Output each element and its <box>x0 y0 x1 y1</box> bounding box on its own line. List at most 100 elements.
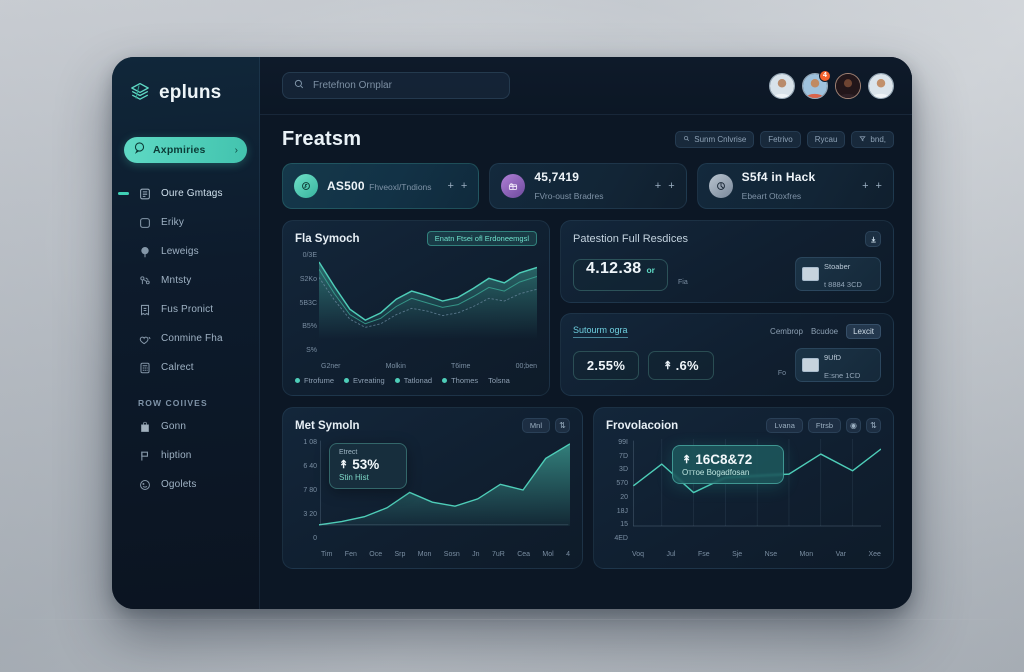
x-tick: 7uR <box>491 551 505 558</box>
y-tick: 15 <box>620 521 628 529</box>
y-tick: 0 <box>313 535 317 542</box>
sidebar-primary-action[interactable]: Axpmiries › <box>124 137 247 163</box>
avatar[interactable] <box>868 72 894 99</box>
sidebar-item-label: Mntsty <box>161 275 192 286</box>
plus-icon[interactable]: + <box>876 180 882 192</box>
legend-item[interactable]: Evreating <box>344 376 385 385</box>
mini-card[interactable]: 9UfD E:sne 1CD <box>795 348 881 382</box>
plus-icon[interactable]: + <box>655 180 661 192</box>
molecule-icon <box>138 274 152 288</box>
filter-button[interactable]: bnd, <box>851 131 894 148</box>
filter-search-button[interactable]: Sunm Cnlvrise <box>675 131 755 148</box>
search-placeholder: Fretefnon Ornplar <box>313 80 392 91</box>
button-label: Fetrivo <box>768 135 793 144</box>
mini-card[interactable]: Stoaber t 8884 3CD <box>795 257 881 291</box>
search-input[interactable]: Fretefnon Ornplar <box>282 72 510 99</box>
coin-icon <box>294 174 318 198</box>
x-tick: Xee <box>868 551 881 558</box>
brand-logo[interactable]: epluns <box>112 75 259 111</box>
x-tick: Sje <box>732 551 743 558</box>
sort-icon[interactable]: ⇅ <box>866 418 881 433</box>
target-icon[interactable]: ◉ <box>846 418 861 433</box>
lvana-button[interactable]: Lvana <box>766 418 803 433</box>
x-tick: Fse <box>697 551 710 558</box>
stat-card[interactable]: 45,7419 FVro-oust Bradres + + <box>489 163 687 209</box>
x-tick: Mon <box>417 551 432 558</box>
tab-cembrop[interactable]: Cembrop <box>770 327 803 336</box>
x-tick: Srp <box>394 551 406 558</box>
page-header: Freatsm Sunm Cnlvrise Fetrivo Rycau bnd, <box>282 128 894 151</box>
percent-value[interactable]: ↟ .6% <box>648 350 714 380</box>
sidebar-item-fus-pronict[interactable]: Fus Pronict <box>112 295 259 324</box>
sidebar-secondary-nav: Gonn hiption Ogolets <box>112 412 259 499</box>
card-header: Fla Symoch Enatn Ftsei ofl Erdoneemgsl <box>295 231 537 246</box>
mini-card-title: 9UfD <box>824 353 842 362</box>
page-actions: Sunm Cnlvrise Fetrivo Rycau bnd, <box>675 131 894 148</box>
stat-actions[interactable]: + + <box>862 180 882 192</box>
plus-icon[interactable]: + <box>461 180 467 192</box>
x-tick: Voq <box>632 551 645 558</box>
mini-card-sub: t 8884 3CD <box>824 280 862 289</box>
tab-bcudoe[interactable]: Bcudoe <box>811 327 838 336</box>
y-tick: 1 08 <box>303 439 317 446</box>
legend-item[interactable]: Thomes <box>442 376 478 385</box>
x-tick: Nse <box>764 551 778 558</box>
avatar[interactable]: 4 <box>802 69 831 99</box>
x-tick: Fen <box>344 551 357 558</box>
sidebar-item-label: Leweigs <box>161 246 199 257</box>
legend-item[interactable]: Tatlonad <box>394 376 432 385</box>
avatar[interactable] <box>769 72 795 99</box>
y-axis: 99I 7D 3D 570 20 18J 15 4ED <box>606 439 628 542</box>
value-unit: or <box>646 265 655 275</box>
percent-value[interactable]: 2.55% <box>573 350 639 380</box>
plus-icon[interactable]: + <box>862 180 868 192</box>
sidebar-item-mntsty[interactable]: Mntsty <box>112 266 259 295</box>
x-tick: Jn <box>472 551 480 558</box>
mini-card-prefix: Fo <box>777 370 786 377</box>
fetrivo-button[interactable]: Fetrivo <box>760 131 801 148</box>
legend-item[interactable]: Ftrofume <box>295 376 334 385</box>
plus-icon[interactable]: + <box>668 180 674 192</box>
page-title: Freatsm <box>282 128 362 150</box>
card-badge[interactable]: Enatn Ftsei ofl Erdoneemgsl <box>426 231 537 246</box>
sidebar-item-label: Gonn <box>161 421 187 432</box>
ftrsb-button[interactable]: Ftrsb <box>807 418 841 433</box>
primary-value[interactable]: 4.12.38 or <box>573 259 668 291</box>
y-tick: 18J <box>616 507 628 515</box>
sidebar-item-oure-gmtags[interactable]: Oure Gmtags <box>112 179 259 208</box>
sidebar-primary-label: Axpmiries <box>153 144 206 156</box>
tab-lexcit[interactable]: Lexcit <box>846 324 881 339</box>
sort-icon[interactable]: ⇅ <box>555 418 570 433</box>
sidebar-item-eriky[interactable]: Eriky <box>112 208 259 237</box>
fla-symoch-card: Fla Symoch Enatn Ftsei ofl Erdoneemgsl 0… <box>282 220 550 396</box>
y-tick: 7D <box>619 452 628 460</box>
sidebar-item-leweigs[interactable]: Leweigs <box>112 237 259 266</box>
stat-actions[interactable]: + + <box>447 180 467 192</box>
panel-tabs: Cembrop Bcudoe Lexcit <box>770 324 881 339</box>
download-icon[interactable] <box>865 231 881 247</box>
sidebar-item-ogolets[interactable]: Ogolets <box>112 470 259 499</box>
y-tick: 4ED <box>614 534 628 542</box>
legend-item[interactable]: Tolsna <box>488 376 510 385</box>
button-label: Sunm Cnlvrise <box>694 135 747 144</box>
fla-symoch-lines <box>319 261 537 340</box>
avatar-group: 4 <box>769 69 894 99</box>
x-tick: Molkin <box>385 363 406 370</box>
x-tick: Jul <box>666 551 676 558</box>
stat-sub: FVro-oust Bradres <box>534 191 604 201</box>
panel-values: 2.55% ↟ .6% Fo 9UfD E:sne 1CD <box>573 348 881 382</box>
avatar[interactable] <box>835 72 861 99</box>
plus-icon[interactable]: + <box>447 180 453 192</box>
rycau-button[interactable]: Rycau <box>806 131 846 148</box>
x-tick: Mol <box>542 551 554 558</box>
stat-card[interactable]: AS500 Fhveoxl/Tndions + + <box>282 163 480 209</box>
stat-actions[interactable]: + + <box>655 180 675 192</box>
sidebar-item-calrect[interactable]: Calrect <box>112 353 259 382</box>
stat-card[interactable]: S5f4 in Hack Ebeart Otoxfres + + <box>696 163 894 209</box>
sidebar-item-gonn[interactable]: Gonn <box>112 412 259 441</box>
sidebar-item-conmine-fha[interactable]: Conmine Fha <box>112 324 259 353</box>
sutourm-link[interactable]: Sutourm ogra <box>573 325 628 338</box>
mnl-button[interactable]: Mnl <box>521 418 550 433</box>
sidebar-item-hiption[interactable]: hiption <box>112 441 259 470</box>
card-header: Met Symoln Mnl ⇅ <box>295 418 570 433</box>
